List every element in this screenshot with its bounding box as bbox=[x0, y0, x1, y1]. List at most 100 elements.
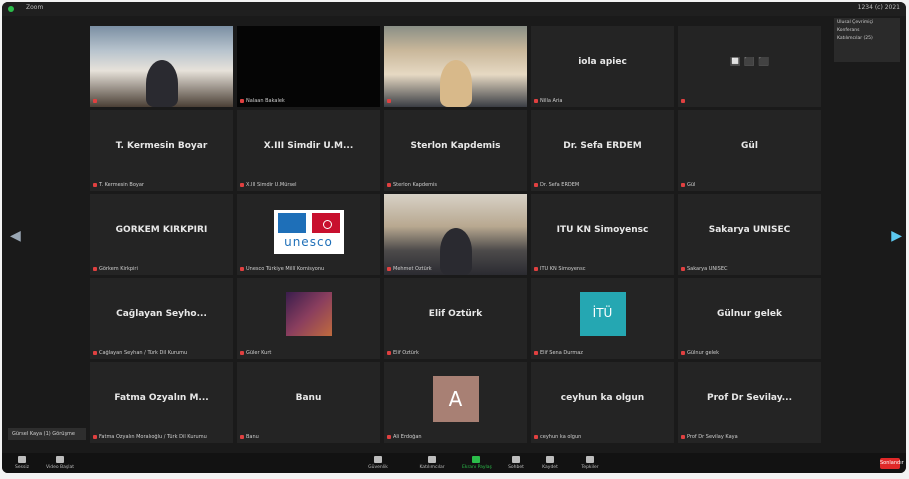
window-title: Zoom bbox=[26, 4, 44, 11]
muted-mic-icon bbox=[240, 182, 244, 187]
muted-mic-icon bbox=[93, 434, 97, 439]
muted-mic-icon bbox=[387, 266, 391, 271]
start-video-button[interactable]: Video Başlat bbox=[46, 456, 74, 472]
participant-tile[interactable]: A Ali Erdoğan bbox=[384, 362, 527, 443]
muted-mic-icon bbox=[681, 98, 685, 103]
muted-mic-icon bbox=[93, 98, 97, 103]
participant-caption: Elif Sena Durmaz bbox=[534, 350, 670, 356]
mute-label: Sessiz bbox=[15, 465, 29, 470]
muted-mic-icon bbox=[93, 266, 97, 271]
muted-mic-icon bbox=[240, 434, 244, 439]
participant-name: T. Kermesin Boyar bbox=[115, 141, 208, 151]
muted-mic-icon bbox=[681, 266, 685, 271]
participant-caption: Nalaan Bakalek bbox=[240, 98, 376, 104]
previous-page-arrow-icon[interactable]: ◀ bbox=[10, 228, 21, 244]
participant-tile[interactable]: Prof Dr Sevilay... Prof Dr Sevilay Kaya bbox=[678, 362, 821, 443]
participant-video bbox=[384, 194, 527, 275]
participant-caption-text: Ali Erdoğan bbox=[393, 434, 422, 440]
shield-icon bbox=[374, 456, 382, 463]
unesco-logo-image: unesco bbox=[273, 210, 344, 254]
participant-tile[interactable]: Gül Gül bbox=[678, 110, 821, 191]
participant-tile[interactable]: iola apiec Nilla Aria bbox=[531, 26, 674, 107]
record-button[interactable]: Kaydet bbox=[536, 456, 564, 472]
participant-caption: Cağlayan Seyhan / Türk Dil Kurumu bbox=[93, 350, 229, 356]
participant-video bbox=[384, 26, 527, 107]
participants-button[interactable]: Katılımcılar bbox=[418, 456, 446, 472]
participant-tile[interactable]: Elif Öztürk Elif Öztürk bbox=[384, 278, 527, 359]
muted-mic-icon bbox=[534, 266, 538, 271]
participant-tile[interactable]: T. Kermesin Boyar T. Kermesin Boyar bbox=[90, 110, 233, 191]
unesco-wordmark: unesco bbox=[284, 235, 333, 249]
participant-caption-text: Elif Öztürk bbox=[393, 350, 419, 356]
participants-label: Katılımcılar bbox=[419, 465, 445, 470]
participant-tile[interactable]: unesco Unesco Türkiye Millî Komisyonu bbox=[237, 194, 380, 275]
participant-tile[interactable]: Gülnur gelek Gülnur gelek bbox=[678, 278, 821, 359]
title-bar: Zoom 1234 (c) 2021 bbox=[2, 2, 906, 16]
security-label: Güvenlik bbox=[368, 465, 388, 470]
participant-tile[interactable]: Cağlayan Seyho... Cağlayan Seyhan / Türk … bbox=[90, 278, 233, 359]
participant-caption: X.III Simdir Ü.Mürsel bbox=[240, 182, 376, 188]
participant-caption: Güler Kurt bbox=[240, 350, 376, 356]
participant-caption: Mehmet Öztürk bbox=[387, 266, 523, 272]
participant-tile[interactable]: Fatma Özyalın M... Fatma Özyalın Moralıoğ… bbox=[90, 362, 233, 443]
participant-caption: T. Kermesin Boyar bbox=[93, 182, 229, 188]
participant-name: X.III Simdir Ü.M... bbox=[263, 141, 354, 151]
start-video-label: Video Başlat bbox=[46, 465, 74, 470]
participant-tile[interactable]: 🔲 ⬛ ⬛ bbox=[678, 26, 821, 107]
participant-tile[interactable]: ceyhun ka olgun ceyhun ka olgun bbox=[531, 362, 674, 443]
muted-mic-icon bbox=[681, 182, 685, 187]
participant-caption: Banu bbox=[240, 434, 376, 440]
unesco-emblem-icon bbox=[277, 213, 306, 233]
participant-tile[interactable]: ITU KN Simoyensc ITU KN Simoyensc bbox=[531, 194, 674, 275]
muted-mic-icon bbox=[534, 98, 538, 103]
participant-caption: Prof Dr Sevilay Kaya bbox=[681, 434, 817, 440]
profile-picture: İTÜ bbox=[579, 292, 626, 336]
muted-mic-icon bbox=[534, 434, 538, 439]
participant-tile[interactable]: İTÜ Elif Sena Durmaz bbox=[531, 278, 674, 359]
chat-button[interactable]: Sohbet bbox=[502, 456, 530, 472]
participant-tile[interactable] bbox=[90, 26, 233, 107]
mute-button[interactable]: Sessiz bbox=[8, 456, 36, 472]
participant-name: ITU KN Simoyensc bbox=[556, 225, 649, 235]
participant-tile[interactable]: Mehmet Öztürk bbox=[384, 194, 527, 275]
participant-name: Fatma Özyalın M... bbox=[114, 393, 209, 403]
reactions-button[interactable]: Tepkiler bbox=[576, 456, 604, 472]
participant-tile[interactable]: Sakarya ÜNİSEC Sakarya ÜNİSEC bbox=[678, 194, 821, 275]
participant-tile[interactable]: GÖRKEM KIRKPIRI Görkem Kirkpiri bbox=[90, 194, 233, 275]
muted-mic-icon bbox=[681, 434, 685, 439]
participant-grid: Nalaan Bakalek iola apiec Nilla Aria 🔲 ⬛ ⬛ T… bbox=[90, 26, 821, 446]
participants-icon bbox=[428, 456, 436, 463]
participant-caption-text: Dr. Sefa ERDEM bbox=[540, 182, 580, 188]
participant-tile[interactable]: Banu Banu bbox=[237, 362, 380, 443]
participant-tile[interactable]: X.III Simdir Ü.M... X.III Simdir Ü.Mürsel bbox=[237, 110, 380, 191]
window-control-icon[interactable] bbox=[8, 6, 14, 12]
next-page-arrow-icon[interactable]: ▶ bbox=[891, 228, 902, 244]
participant-name: Sterlon Kapdemis bbox=[410, 141, 501, 151]
side-panel-line: Katılımcılar (25) bbox=[837, 36, 873, 41]
participant-caption-text: Gülnur gelek bbox=[687, 350, 720, 356]
end-meeting-button[interactable]: Sonlandır bbox=[880, 458, 904, 469]
record-icon bbox=[546, 456, 554, 463]
participant-caption bbox=[387, 98, 523, 104]
participant-caption: Ali Erdoğan bbox=[387, 434, 523, 440]
participant-video bbox=[90, 26, 233, 107]
meeting-toolbar: Sessiz Video Başlat Güvenlik Katılımcıla… bbox=[2, 453, 906, 473]
participant-caption: Fatma Özyalın Moralıoğlu / Türk Dil Kuru… bbox=[93, 434, 229, 440]
participant-tile[interactable]: Nalaan Bakalek bbox=[237, 26, 380, 107]
participant-video bbox=[237, 26, 380, 107]
participant-tile[interactable] bbox=[384, 26, 527, 107]
participant-tile[interactable]: Güler Kurt bbox=[237, 278, 380, 359]
share-screen-label: Ekranı Paylaş bbox=[462, 465, 492, 470]
security-button[interactable]: Güvenlik bbox=[364, 456, 392, 472]
muted-mic-icon bbox=[387, 182, 391, 187]
participant-tile[interactable]: Sterlon Kapdemis Sterlon Kapdemis bbox=[384, 110, 527, 191]
participant-name: ceyhun ka olgun bbox=[560, 393, 645, 403]
muted-mic-icon bbox=[534, 182, 538, 187]
participant-caption-text: Cağlayan Seyhan / Türk Dil Kurumu bbox=[99, 350, 188, 356]
participant-name: Prof Dr Sevilay... bbox=[706, 393, 793, 403]
profile-picture-text: İTÜ bbox=[592, 306, 613, 320]
side-panel-line: Konferans bbox=[837, 28, 860, 33]
participant-caption-text: Nilla Aria bbox=[540, 98, 563, 104]
share-screen-button[interactable]: Ekranı Paylaş bbox=[462, 456, 492, 472]
participant-tile[interactable]: Dr. Sefa ERDEM Dr. Sefa ERDEM bbox=[531, 110, 674, 191]
